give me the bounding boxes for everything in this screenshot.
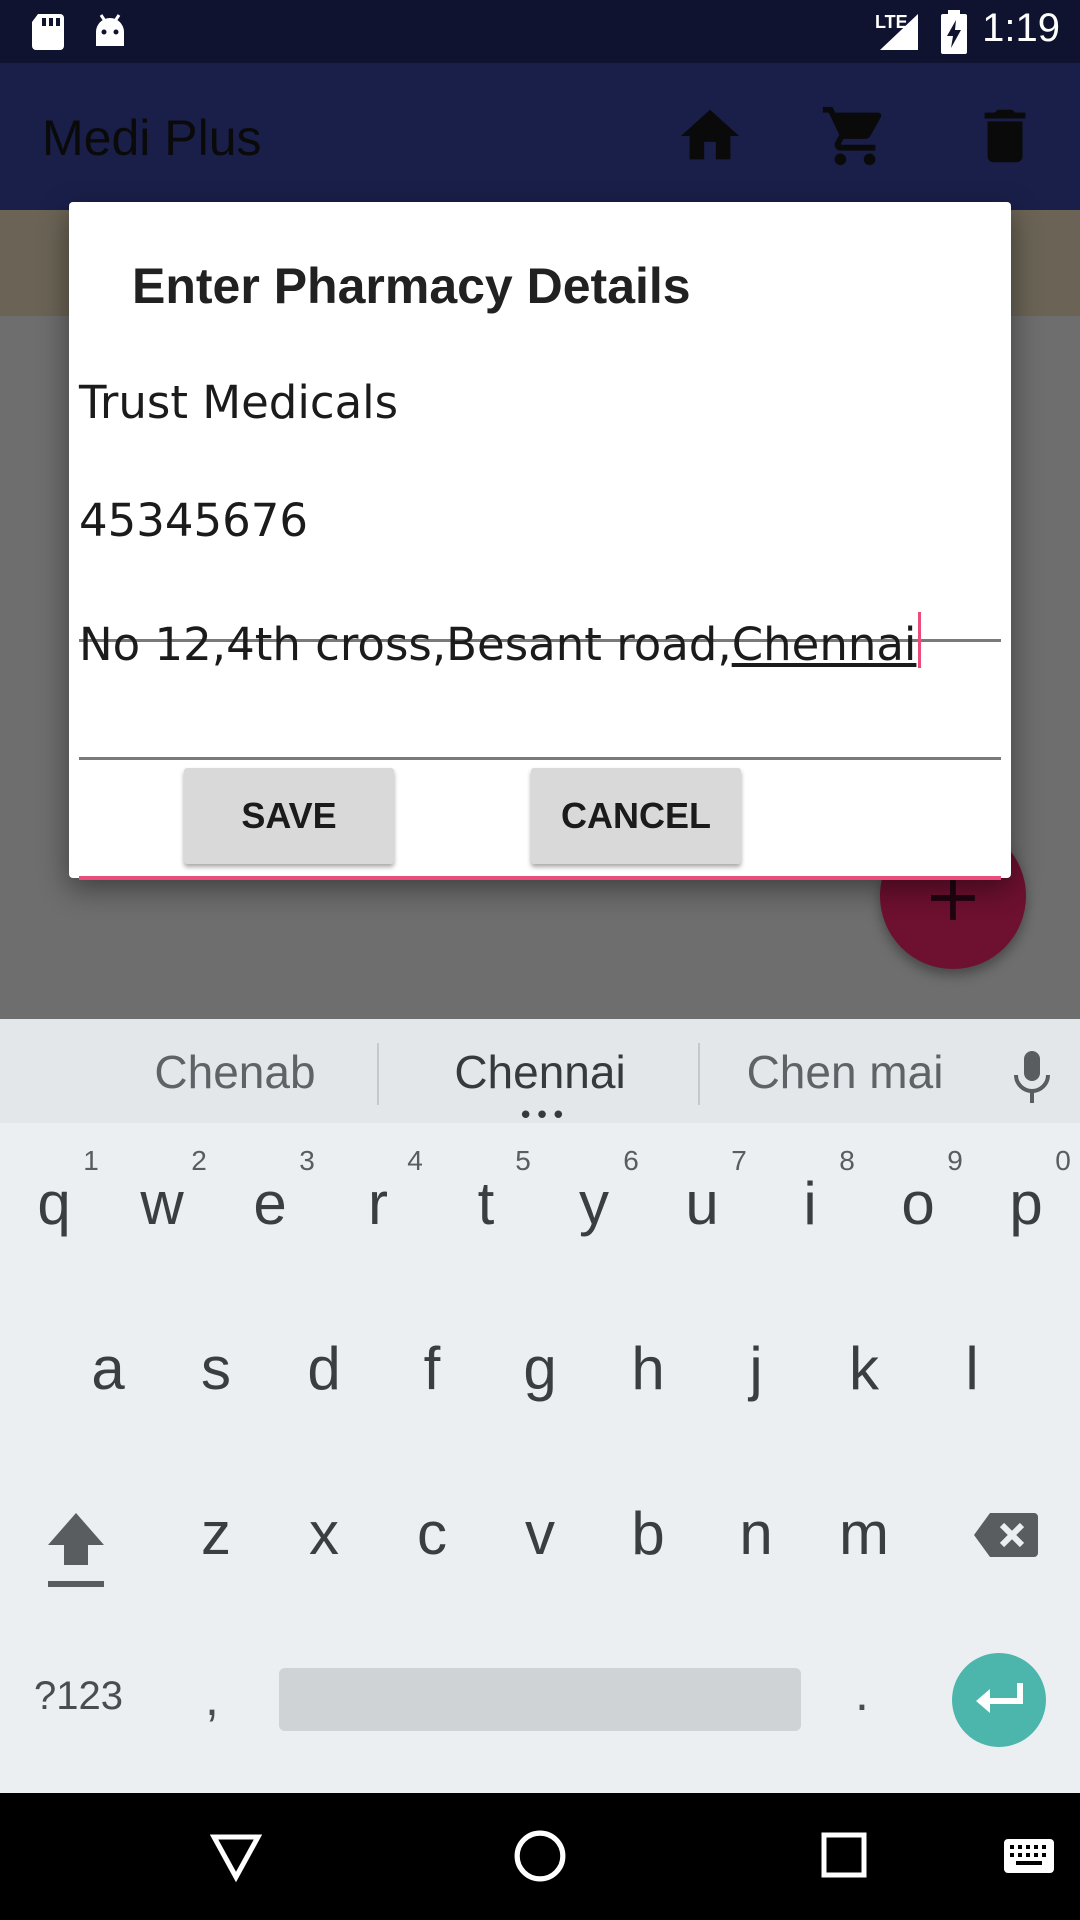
suggestion-divider xyxy=(698,1043,700,1105)
text-cursor xyxy=(918,612,922,668)
delete-icon[interactable] xyxy=(970,101,1040,171)
key-hint-7: 7 xyxy=(731,1145,747,1176)
save-button[interactable]: SAVE xyxy=(184,768,394,864)
android-debug-icon xyxy=(96,14,124,46)
key-p[interactable]: p xyxy=(976,1169,1076,1238)
key-hint-0: 0 xyxy=(1055,1145,1071,1176)
home-icon[interactable] xyxy=(675,101,745,171)
key-i[interactable]: i xyxy=(760,1169,860,1238)
key-hint-6: 6 xyxy=(623,1145,639,1176)
suggestion-chen-mai[interactable]: Chen mai xyxy=(720,1045,970,1099)
navigation-bar xyxy=(0,1793,1080,1920)
key-hint-9: 9 xyxy=(947,1145,963,1176)
key-v[interactable]: v xyxy=(490,1499,590,1568)
key-c[interactable]: c xyxy=(382,1499,482,1568)
microphone-icon[interactable] xyxy=(1008,1049,1056,1105)
key-h[interactable]: h xyxy=(598,1334,698,1403)
key-a[interactable]: a xyxy=(58,1334,158,1403)
clock: 1:19 xyxy=(982,6,1060,50)
key-x[interactable]: x xyxy=(274,1499,374,1568)
key-z[interactable]: z xyxy=(166,1499,266,1568)
home-circle-icon[interactable] xyxy=(513,1829,567,1883)
enter-key[interactable] xyxy=(952,1653,1046,1747)
cancel-button[interactable]: CANCEL xyxy=(531,768,741,864)
app-bar: Medi Plus xyxy=(0,63,1080,210)
enter-icon xyxy=(976,1683,1023,1713)
recents-icon[interactable] xyxy=(820,1831,868,1879)
key-hint-5: 5 xyxy=(515,1145,531,1176)
symbols-key[interactable]: ?123 xyxy=(34,1674,123,1719)
key-w[interactable]: w xyxy=(112,1169,212,1238)
status-bar: LTE 1:19 xyxy=(0,0,1080,63)
dialog-title: Enter Pharmacy Details xyxy=(132,258,691,314)
address-composing-text: Chennai xyxy=(731,618,917,671)
key-s[interactable]: s xyxy=(166,1334,266,1403)
key-o[interactable]: o xyxy=(868,1169,968,1238)
period-key[interactable]: . xyxy=(855,1664,869,1722)
key-j[interactable]: j xyxy=(706,1334,806,1403)
suggestion-chenab[interactable]: Chenab xyxy=(110,1045,360,1099)
suggestion-strip: Chenab Chennai Chen mai ••• xyxy=(0,1019,1080,1131)
pharmacy-name-value: Trust Medicals xyxy=(79,376,399,429)
signal-icon xyxy=(880,14,918,50)
address-value: No 12,4th cross,Besant road,Chennai xyxy=(79,612,922,671)
key-f[interactable]: f xyxy=(382,1334,482,1403)
key-e[interactable]: e xyxy=(220,1169,320,1238)
key-r[interactable]: r xyxy=(328,1169,428,1238)
backspace-icon[interactable] xyxy=(972,1511,1038,1559)
key-hint-1: 1 xyxy=(83,1145,99,1176)
back-icon[interactable] xyxy=(210,1831,262,1883)
key-q[interactable]: q xyxy=(4,1169,104,1238)
key-l[interactable]: l xyxy=(922,1334,1022,1403)
soft-keyboard: Chenab Chennai Chen mai ••• ?123 , . qwe… xyxy=(0,1019,1080,1793)
key-g[interactable]: g xyxy=(490,1334,590,1403)
keyboard-icon[interactable] xyxy=(1002,1837,1056,1875)
key-k[interactable]: k xyxy=(814,1334,914,1403)
phone-field[interactable] xyxy=(79,682,1001,760)
key-hint-3: 3 xyxy=(299,1145,315,1176)
address-text: No 12,4th cross,Besant road, xyxy=(79,618,732,671)
key-y[interactable]: y xyxy=(544,1169,644,1238)
more-suggestions-indicator: ••• xyxy=(518,1101,568,1131)
comma-key[interactable]: , xyxy=(205,1669,219,1727)
key-hint-4: 4 xyxy=(407,1145,423,1176)
key-t[interactable]: t xyxy=(436,1169,536,1238)
key-m[interactable]: m xyxy=(814,1499,914,1568)
key-hint-2: 2 xyxy=(191,1145,207,1176)
cart-icon[interactable] xyxy=(820,101,890,171)
phone-value: 45345676 xyxy=(79,494,309,547)
key-u[interactable]: u xyxy=(652,1169,752,1238)
key-d[interactable]: d xyxy=(274,1334,374,1403)
key-n[interactable]: n xyxy=(706,1499,806,1568)
app-title: Medi Plus xyxy=(42,110,262,166)
shift-icon[interactable] xyxy=(44,1509,108,1589)
suggestion-chennai[interactable]: Chennai xyxy=(410,1045,670,1099)
sd-card-icon xyxy=(32,14,64,50)
battery-charging-icon xyxy=(941,10,967,54)
suggestion-divider xyxy=(377,1043,379,1105)
key-b[interactable]: b xyxy=(598,1499,698,1568)
key-hint-8: 8 xyxy=(839,1145,855,1176)
space-bar[interactable] xyxy=(279,1668,801,1731)
